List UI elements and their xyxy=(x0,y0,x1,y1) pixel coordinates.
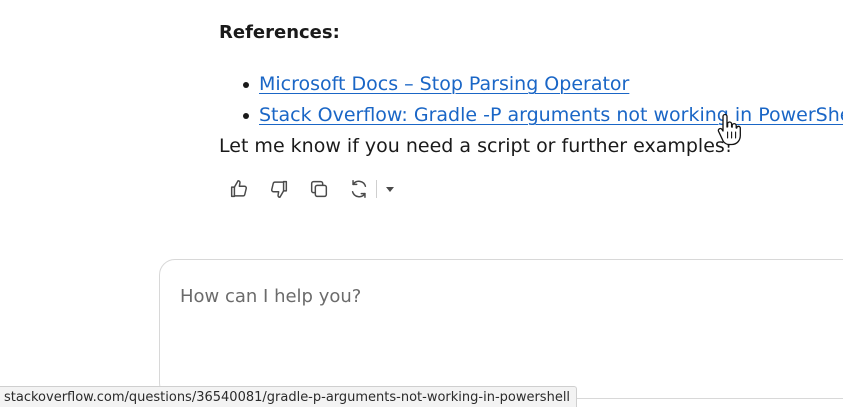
regenerate-group xyxy=(346,176,397,202)
bullet-icon xyxy=(243,113,249,119)
status-bar-url: stackoverflow.com/questions/36540081/gra… xyxy=(0,386,578,407)
regenerate-button[interactable] xyxy=(346,176,372,202)
thumbs-up-button[interactable] xyxy=(226,176,252,202)
references-list: Microsoft Docs – Stop Parsing Operator S… xyxy=(219,70,843,132)
references-heading: References: xyxy=(219,22,340,43)
chat-input-box[interactable] xyxy=(159,259,843,399)
reference-link-microsoft-docs[interactable]: Microsoft Docs – Stop Parsing Operator xyxy=(259,73,629,95)
chat-page: References: Microsoft Docs – Stop Parsin… xyxy=(0,0,843,407)
copy-button[interactable] xyxy=(306,176,332,202)
thumbs-down-button[interactable] xyxy=(266,176,292,202)
reference-link-stack-overflow[interactable]: Stack Overflow: Gradle -P arguments not … xyxy=(259,104,843,126)
action-divider xyxy=(376,180,377,198)
regenerate-icon xyxy=(351,180,367,198)
closing-message: Let me know if you need a script or furt… xyxy=(219,135,733,157)
bullet-icon xyxy=(243,82,249,88)
message-actions xyxy=(226,176,397,202)
more-options-button[interactable] xyxy=(383,182,397,196)
thumbs-down-icon xyxy=(270,180,288,198)
chat-input[interactable] xyxy=(180,286,820,307)
list-item: Stack Overflow: Gradle -P arguments not … xyxy=(219,101,843,132)
copy-icon xyxy=(310,180,328,198)
list-item: Microsoft Docs – Stop Parsing Operator xyxy=(219,70,843,101)
chevron-down-icon xyxy=(386,187,394,192)
thumbs-up-icon xyxy=(230,180,248,198)
